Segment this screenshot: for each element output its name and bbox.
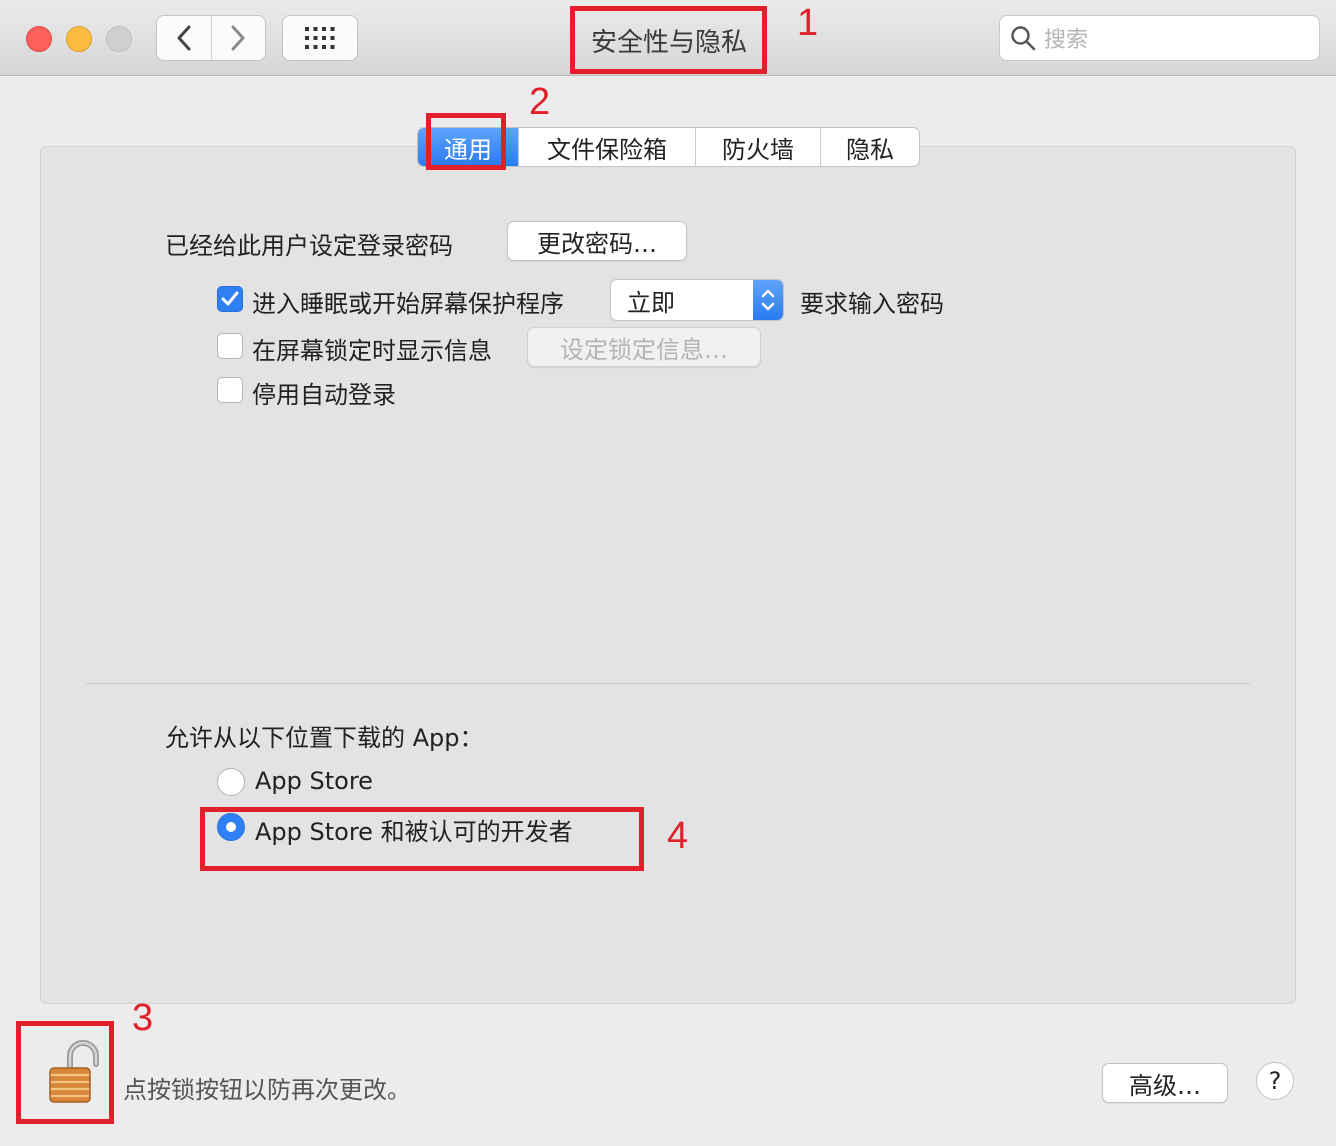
password-set-label: 已经给此用户设定登录密码 <box>165 232 453 260</box>
up-down-arrows-icon <box>753 280 783 320</box>
annotation-box-2 <box>426 113 506 170</box>
minimize-window-button[interactable] <box>66 26 92 52</box>
annotation-number-2: 2 <box>529 81 551 123</box>
zoom-window-button[interactable] <box>106 26 132 52</box>
tab-privacy[interactable]: 隐私 <box>820 128 919 166</box>
require-password-label: 进入睡眠或开始屏幕保护程序 <box>252 290 564 318</box>
checkmark-icon <box>221 291 239 306</box>
require-password-delay-select[interactable]: 立即 <box>610 279 784 321</box>
forward-button[interactable] <box>210 16 266 60</box>
radio-app-store[interactable] <box>217 768 245 796</box>
set-lock-message-button[interactable]: 设定锁定信息… <box>527 327 761 367</box>
change-password-button[interactable]: 更改密码… <box>507 221 687 261</box>
annotation-box-1 <box>570 6 767 74</box>
show-all-button[interactable] <box>282 15 358 61</box>
annotation-number-1: 1 <box>797 2 819 44</box>
show-message-checkbox[interactable] <box>217 333 243 359</box>
search-icon <box>1011 26 1036 51</box>
search-field[interactable]: 搜索 <box>999 15 1320 61</box>
grid-icon <box>305 27 335 49</box>
advanced-button[interactable]: 高级… <box>1102 1063 1228 1103</box>
disable-autologin-checkbox[interactable] <box>217 377 243 403</box>
annotation-number-4: 4 <box>667 815 689 857</box>
help-button[interactable]: ? <box>1256 1062 1294 1100</box>
allow-apps-heading: 允许从以下位置下载的 App： <box>165 724 484 752</box>
back-button[interactable] <box>157 16 211 60</box>
close-window-button[interactable] <box>26 26 52 52</box>
chevron-left-icon <box>177 25 191 51</box>
annotation-number-3: 3 <box>132 997 154 1039</box>
select-value: 立即 <box>627 288 675 317</box>
lock-hint-text: 点按锁按钮以防再次更改。 <box>123 1076 411 1104</box>
navigation-buttons <box>156 15 266 61</box>
require-password-checkbox[interactable] <box>217 286 243 312</box>
annotation-box-4 <box>200 807 644 871</box>
annotation-box-3 <box>16 1021 114 1124</box>
require-password-suffix: 要求输入密码 <box>800 290 944 318</box>
tab-filevault[interactable]: 文件保险箱 <box>518 128 695 166</box>
tab-firewall[interactable]: 防火墙 <box>695 128 820 166</box>
search-placeholder: 搜索 <box>1044 28 1089 53</box>
general-panel <box>40 146 1296 1004</box>
radio-app-store-label: App Store <box>255 767 373 795</box>
section-divider <box>86 683 1250 684</box>
disable-autologin-label: 停用自动登录 <box>252 381 396 409</box>
chevron-right-icon <box>231 25 245 51</box>
show-message-label: 在屏幕锁定时显示信息 <box>252 337 492 365</box>
